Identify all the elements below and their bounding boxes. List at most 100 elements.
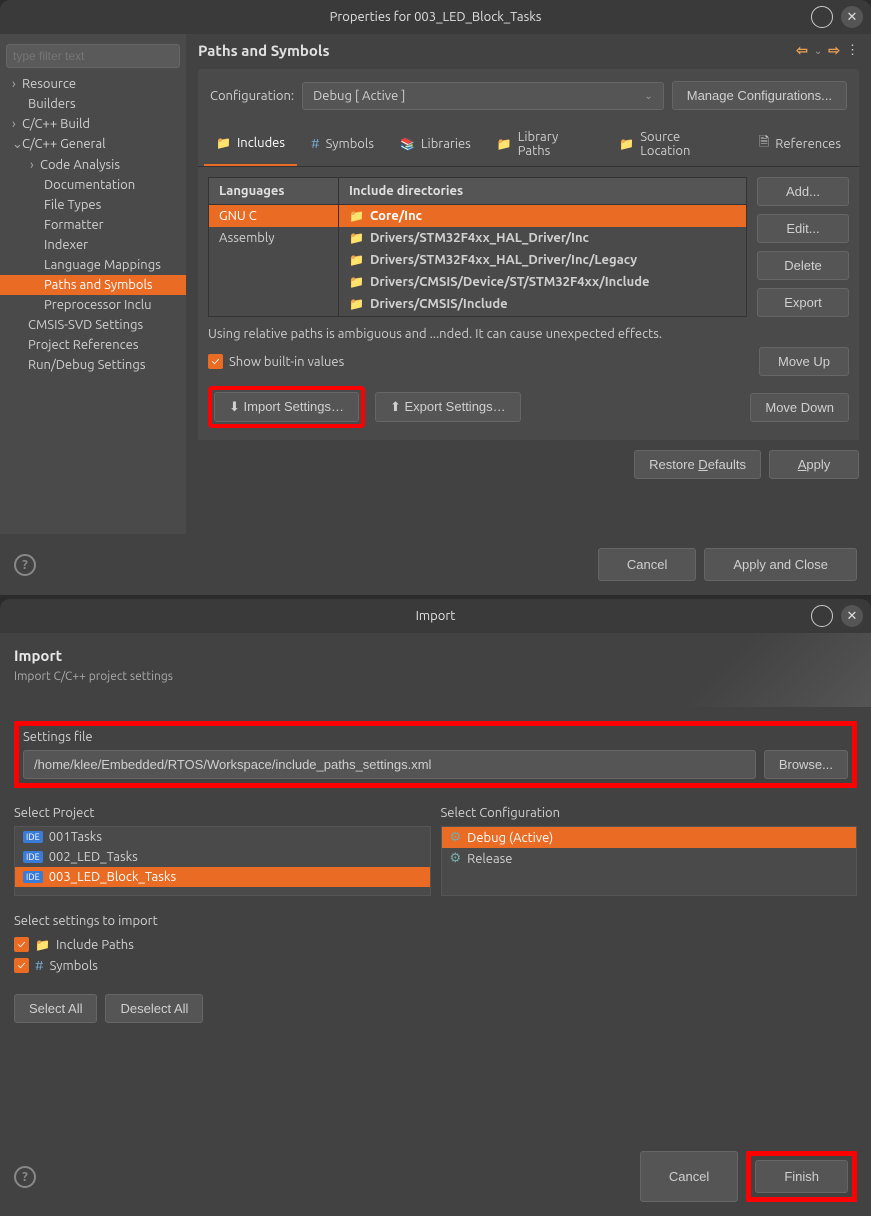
languages-header: Languages bbox=[209, 178, 338, 205]
properties-title: Properties for 003_LED_Block_Tasks bbox=[330, 10, 542, 24]
deselect-all-button[interactable]: Deselect All bbox=[105, 994, 203, 1023]
nav-dropdown-icon[interactable]: ⌄ bbox=[814, 45, 822, 57]
project-item[interactable]: IDE001Tasks bbox=[15, 827, 430, 847]
browse-button[interactable]: Browse... bbox=[764, 750, 848, 779]
tab-includes[interactable]: 📁Includes bbox=[204, 122, 297, 166]
tree-file-types[interactable]: File Types bbox=[0, 195, 186, 215]
finish-button[interactable]: Finish bbox=[755, 1160, 848, 1193]
include-row[interactable]: 📁Drivers/STM32F4xx_HAL_Driver/Inc/Legacy bbox=[339, 249, 746, 271]
export-icon: ⬆ bbox=[390, 399, 401, 414]
export-settings-button[interactable]: ⬆ Export Settings… bbox=[375, 392, 521, 422]
symbols-label: Symbols bbox=[50, 959, 98, 973]
tree-indexer[interactable]: Indexer bbox=[0, 235, 186, 255]
move-down-button[interactable]: Move Down bbox=[750, 393, 849, 422]
tree-preproc[interactable]: Preprocessor Inclu bbox=[0, 295, 186, 315]
import-title: Import bbox=[416, 609, 456, 623]
delete-button[interactable]: Delete bbox=[757, 251, 849, 280]
tree-formatter[interactable]: Formatter bbox=[0, 215, 186, 235]
settings-file-label: Settings file bbox=[23, 730, 848, 744]
lang-assembly[interactable]: Assembly bbox=[209, 227, 338, 249]
folder-icon: 📁 bbox=[349, 297, 364, 311]
import-settings-button[interactable]: ⬇ Import Settings… bbox=[214, 392, 359, 422]
tree-cmsis[interactable]: CMSIS-SVD Settings bbox=[0, 315, 186, 335]
config-item[interactable]: ⚙Debug (Active) bbox=[442, 827, 857, 848]
manage-config-button[interactable]: Manage Configurations... bbox=[672, 81, 847, 110]
kebab-menu-icon[interactable]: ⋮ bbox=[846, 43, 859, 58]
tree-cbuild[interactable]: ›C/C++ Build bbox=[0, 114, 186, 134]
tab-symbols[interactable]: #Symbols bbox=[299, 122, 386, 166]
tab-libraries[interactable]: 📚Libraries bbox=[388, 122, 483, 166]
edit-button[interactable]: Edit... bbox=[757, 214, 849, 243]
ide-icon: IDE bbox=[23, 871, 43, 883]
gear-icon: ⚙ bbox=[450, 830, 462, 845]
select-all-button[interactable]: Select All bbox=[14, 994, 97, 1023]
tree-proj-refs[interactable]: Project References bbox=[0, 335, 186, 355]
settings-file-input[interactable] bbox=[23, 750, 756, 779]
select-settings-label: Select settings to import bbox=[14, 914, 857, 928]
include-row[interactable]: 📁Drivers/CMSIS/Include bbox=[339, 293, 746, 315]
tree-lang-mapping[interactable]: Language Mappings bbox=[0, 255, 186, 275]
window-restore-icon[interactable] bbox=[811, 605, 833, 627]
include-row[interactable]: 📁Drivers/CMSIS/Device/ST/STM32F4xx/Inclu… bbox=[339, 271, 746, 293]
lang-gnu-c[interactable]: GNU C bbox=[209, 205, 338, 227]
add-button[interactable]: Add... bbox=[757, 177, 849, 206]
show-builtin-checkbox[interactable]: ✓ bbox=[208, 354, 223, 369]
apply-button[interactable]: Apply bbox=[769, 450, 859, 479]
help-icon[interactable]: ? bbox=[14, 554, 36, 576]
tree-resource[interactable]: ›Resource bbox=[0, 74, 186, 94]
import-titlebar: Import ✕ bbox=[0, 599, 871, 633]
import-heading: Import bbox=[14, 647, 857, 664]
include-dirs-header: Include directories bbox=[339, 178, 746, 205]
properties-tree: ›Resource Builders ›C/C++ Build ⌄C/C++ G… bbox=[0, 34, 186, 534]
help-icon[interactable]: ? bbox=[14, 1166, 36, 1188]
folder-icon: 📁 bbox=[349, 231, 364, 245]
tree-rundebug[interactable]: Run/Debug Settings bbox=[0, 355, 186, 375]
cancel-button[interactable]: Cancel bbox=[598, 548, 696, 581]
doc-icon: 🗎 bbox=[759, 133, 769, 155]
books-icon: 📚 bbox=[400, 137, 415, 151]
tab-library-paths[interactable]: 📁Library Paths bbox=[485, 122, 605, 166]
move-up-button[interactable]: Move Up bbox=[759, 347, 849, 376]
nav-forward-icon[interactable]: ⇨ bbox=[828, 42, 840, 59]
tree-documentation[interactable]: Documentation bbox=[0, 175, 186, 195]
hint-text: Using relative paths is ambiguous and ..… bbox=[198, 327, 859, 347]
folder-icon: 📁 bbox=[349, 275, 364, 289]
config-select[interactable]: Debug [ Active ]⌄ bbox=[302, 82, 664, 110]
tab-references[interactable]: 🗎References bbox=[747, 122, 853, 166]
section-title: Paths and Symbols bbox=[198, 42, 330, 59]
tab-source-location[interactable]: 📁Source Location bbox=[607, 122, 745, 166]
window-close-icon[interactable]: ✕ bbox=[841, 6, 863, 28]
symbols-checkbox[interactable]: ✓ bbox=[14, 958, 29, 973]
filter-input[interactable] bbox=[6, 44, 180, 68]
include-paths-checkbox[interactable]: ✓ bbox=[14, 937, 29, 952]
nav-back-icon[interactable]: ⇦ bbox=[796, 42, 808, 59]
include-row[interactable]: 📁Core/Inc bbox=[339, 205, 746, 227]
import-subtitle: Import C/C++ project settings bbox=[14, 670, 857, 683]
ide-icon: IDE bbox=[23, 831, 43, 843]
export-button[interactable]: Export bbox=[757, 288, 849, 317]
include-row[interactable]: 📁Drivers/STM32F4xx_HAL_Driver/Inc bbox=[339, 227, 746, 249]
show-builtin-label: Show built-in values bbox=[229, 355, 344, 369]
project-item[interactable]: IDE002_LED_Tasks bbox=[15, 847, 430, 867]
gear-icon: ⚙ bbox=[450, 851, 462, 866]
folder-icon: 📁 bbox=[349, 209, 364, 223]
window-restore-icon[interactable] bbox=[811, 6, 833, 28]
folder-icon: 📁 bbox=[619, 137, 634, 151]
tree-paths-symbols[interactable]: Paths and Symbols bbox=[0, 275, 186, 295]
tree-cgeneral[interactable]: ⌄C/C++ General bbox=[0, 134, 186, 155]
folder-icon: 📁 bbox=[35, 938, 50, 952]
config-item[interactable]: ⚙Release bbox=[442, 848, 857, 869]
include-paths-label: Include Paths bbox=[56, 938, 134, 952]
folder-icon: 📁 bbox=[349, 253, 364, 267]
window-close-icon[interactable]: ✕ bbox=[841, 605, 863, 627]
apply-close-button[interactable]: Apply and Close bbox=[704, 548, 857, 581]
tree-builders[interactable]: Builders bbox=[0, 94, 186, 114]
properties-titlebar: Properties for 003_LED_Block_Tasks ✕ bbox=[0, 0, 871, 34]
restore-defaults-button[interactable]: Restore Defaults bbox=[634, 450, 761, 479]
select-config-label: Select Configuration bbox=[441, 806, 858, 820]
hash-icon: # bbox=[311, 137, 320, 151]
ide-icon: IDE bbox=[23, 851, 43, 863]
import-cancel-button[interactable]: Cancel bbox=[640, 1151, 738, 1202]
project-item[interactable]: IDE003_LED_Block_Tasks bbox=[15, 867, 430, 887]
tree-code-analysis[interactable]: ›Code Analysis bbox=[0, 155, 186, 175]
